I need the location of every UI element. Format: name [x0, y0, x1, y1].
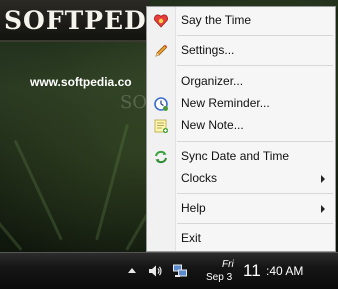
menu-item-clocks[interactable]: Clocks — [149, 168, 333, 190]
menu-item-exit[interactable]: Exit — [149, 228, 333, 250]
menu-item-label: Organizer... — [181, 74, 244, 88]
menu-item-label: New Note... — [181, 118, 244, 132]
fern-decoration — [13, 139, 63, 241]
submenu-arrow-icon — [321, 175, 325, 183]
menu-item-say-the-time[interactable]: Say the Time — [149, 10, 333, 32]
tray-context-menu: Say the Time Settings... Organizer... Ne… — [146, 6, 336, 252]
reminder-clock-icon — [154, 97, 168, 111]
menu-item-organizer[interactable]: Organizer... — [149, 71, 333, 93]
menu-item-help[interactable]: Help — [149, 198, 333, 220]
softpedia-logo-banner: SOFTPED — [0, 0, 150, 42]
clock-day[interactable]: Fri — [222, 259, 234, 270]
menu-separator — [177, 193, 333, 194]
menu-separator — [177, 65, 333, 66]
submenu-arrow-icon — [321, 205, 325, 213]
menu-item-sync-date-and-time[interactable]: Sync Date and Time — [149, 146, 333, 168]
menu-separator — [177, 141, 333, 142]
menu-item-label: Settings... — [181, 43, 235, 57]
site-url-text: www.softpedia.co — [30, 75, 132, 89]
clock-heart-icon — [154, 14, 168, 28]
fern-decoration — [95, 123, 130, 241]
clock-minutes-ampm[interactable]: :40 AM — [266, 264, 303, 278]
menu-item-label: Sync Date and Time — [181, 149, 290, 163]
menu-item-new-reminder[interactable]: New Reminder... — [149, 93, 333, 115]
menu-item-label: Clocks — [181, 171, 218, 185]
menu-item-label: Exit — [181, 231, 202, 245]
note-icon — [154, 119, 169, 134]
menu-separator — [177, 223, 333, 224]
pencil-icon — [155, 44, 168, 57]
taskbar: Fri Sep 3 11 :40 AM — [0, 252, 338, 289]
sync-arrows-icon — [155, 150, 167, 164]
clock-date[interactable]: Sep 3 — [206, 272, 232, 283]
network-icon[interactable] — [172, 263, 188, 279]
menu-item-new-note[interactable]: New Note... — [149, 115, 333, 137]
volume-icon[interactable] — [147, 263, 163, 279]
show-hidden-icons-arrow-icon[interactable] — [128, 268, 136, 273]
menu-item-settings[interactable]: Settings... — [149, 40, 333, 62]
clock-hour[interactable]: 11 — [243, 261, 261, 281]
menu-item-label: New Reminder... — [181, 96, 270, 110]
menu-item-label: Say the Time — [181, 13, 252, 27]
menu-item-label: Help — [181, 201, 206, 215]
fern-decoration — [0, 180, 23, 251]
menu-separator — [177, 35, 333, 36]
logo-text: SOFTPED — [4, 6, 147, 35]
